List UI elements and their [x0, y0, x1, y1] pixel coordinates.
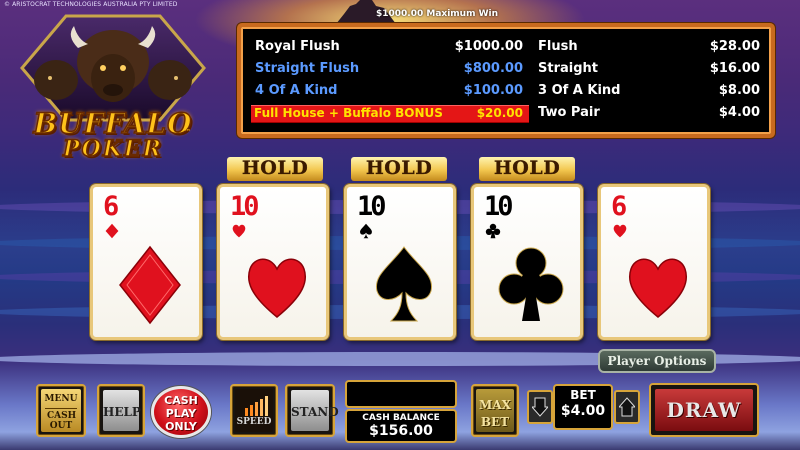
paytable-payout: $4.00	[718, 105, 760, 120]
speed-icon	[245, 396, 268, 416]
draw-button[interactable]: DRAW	[649, 383, 759, 437]
spade-icon	[375, 246, 433, 322]
stand-label: STAND	[291, 390, 339, 431]
max-bet-line-1: MAX	[479, 398, 511, 412]
spade-icon	[360, 223, 372, 239]
bet-increase-button[interactable]	[614, 390, 640, 424]
cash-balance-label: CASH BALANCE	[362, 413, 440, 423]
hold-label-card-3: HOLD	[351, 157, 447, 181]
paytable-row: 3 Of A Kind $8.00	[538, 83, 760, 101]
arrow-down-icon	[532, 397, 548, 417]
message-display	[345, 380, 457, 408]
game-screen: © ARISTOCRAT TECHNOLOGIES AUSTRALIA PTY …	[0, 0, 800, 450]
paytable: Royal Flush $1000.00 Straight Flush $800…	[237, 23, 775, 138]
paytable-row: Flush $28.00	[538, 39, 760, 57]
cash-play-line-3: ONLY	[165, 420, 197, 433]
card-rank: 10	[484, 191, 513, 222]
card-rank: 6	[611, 191, 627, 222]
paytable-payout: $20.00	[476, 106, 523, 120]
draw-label: DRAW	[655, 389, 753, 431]
paytable-hand-name: Flush	[538, 39, 578, 54]
buffalo-poker-logo: BUFFALO ™ POKER	[8, 10, 218, 163]
heart-icon	[628, 258, 688, 318]
heart-icon	[247, 258, 307, 318]
paytable-hand-name: Straight	[538, 61, 598, 76]
paytable-row: Straight $16.00	[538, 61, 760, 79]
diamond-icon	[119, 245, 181, 325]
paytable-row: Royal Flush $1000.00	[255, 39, 523, 57]
stand-button[interactable]: STAND	[285, 384, 339, 437]
speed-label: SPEED	[236, 417, 272, 427]
card-rank: 10	[230, 191, 259, 222]
club-icon	[485, 223, 501, 239]
cash-balance-display: CASH BALANCE $156.00	[345, 409, 457, 443]
help-button[interactable]: HELP	[97, 384, 145, 437]
paytable-hand-name: 3 Of A Kind	[538, 83, 621, 98]
paytable-payout: $8.00	[718, 83, 760, 98]
logo-title-poker: POKER	[62, 135, 163, 163]
card-2[interactable]: 10	[217, 184, 329, 340]
paytable-bonus-row: Full House + Buffalo BONUS $20.00	[251, 105, 529, 123]
paytable-hand-name: 4 Of A Kind	[255, 83, 338, 98]
card-1[interactable]: 6	[90, 184, 202, 340]
divider	[45, 407, 77, 409]
menu-label: MENU	[44, 394, 78, 404]
bet-amount: $4.00	[560, 403, 606, 419]
paytable-hand-name: Straight Flush	[255, 61, 360, 76]
heart-icon	[232, 224, 246, 238]
cash-play-only-button[interactable]: CASH PLAY ONLY	[151, 386, 211, 438]
copyright-text: © ARISTOCRAT TECHNOLOGIES AUSTRALIA PTY …	[4, 1, 178, 8]
diamond-icon	[105, 223, 119, 239]
paytable-hand-name: Full House + Buffalo BONUS	[254, 106, 443, 120]
help-label: HELP	[103, 390, 141, 431]
club-icon	[498, 247, 564, 321]
bet-display: BET $4.00	[553, 384, 613, 430]
max-bet-face: MAX BET	[476, 389, 514, 432]
paytable-hand-name: Royal Flush	[255, 39, 340, 54]
cash-balance-amount: $156.00	[369, 423, 433, 439]
hold-label-card-4: HOLD	[479, 157, 575, 181]
paytable-row: Straight Flush $800.00	[255, 61, 523, 79]
heart-icon	[613, 224, 627, 238]
card-3[interactable]: 10	[344, 184, 456, 340]
speed-face: SPEED	[235, 389, 273, 432]
cash-play-line-2: PLAY	[165, 407, 197, 420]
max-bet-line-2: BET	[480, 415, 510, 429]
card-5[interactable]: 6	[598, 184, 710, 340]
paytable-payout: $28.00	[709, 39, 760, 54]
card-rank: 10	[357, 191, 386, 222]
cash-out-label: CASH OUT	[47, 410, 77, 431]
speed-button[interactable]: SPEED	[230, 384, 278, 437]
max-win-text: $1000.00 Maximum Win	[376, 9, 499, 19]
menu-cash-out-face: MENU CASH OUT	[41, 389, 81, 432]
arrow-up-icon	[619, 397, 635, 417]
hold-label-card-2: HOLD	[227, 157, 323, 181]
paytable-hand-name: Two Pair	[538, 105, 600, 120]
bet-decrease-button[interactable]	[527, 390, 553, 424]
logo-trademark: ™	[184, 128, 191, 136]
paytable-row: Two Pair $4.00	[538, 105, 760, 123]
player-options-button[interactable]: Player Options	[598, 349, 716, 373]
card-rank: 6	[103, 191, 119, 222]
paytable-payout: $1000.00	[454, 39, 523, 54]
menu-cash-out-button[interactable]: MENU CASH OUT	[36, 384, 86, 437]
paytable-row: 4 Of A Kind $100.00	[255, 83, 523, 101]
cash-play-line-1: CASH	[164, 394, 198, 407]
bet-label: BET	[570, 388, 596, 402]
paytable-payout: $16.00	[709, 61, 760, 76]
paytable-payout: $100.00	[463, 83, 523, 98]
max-bet-button[interactable]: MAX BET	[471, 384, 519, 437]
card-4[interactable]: 10	[471, 184, 583, 340]
paytable-payout: $800.00	[463, 61, 523, 76]
